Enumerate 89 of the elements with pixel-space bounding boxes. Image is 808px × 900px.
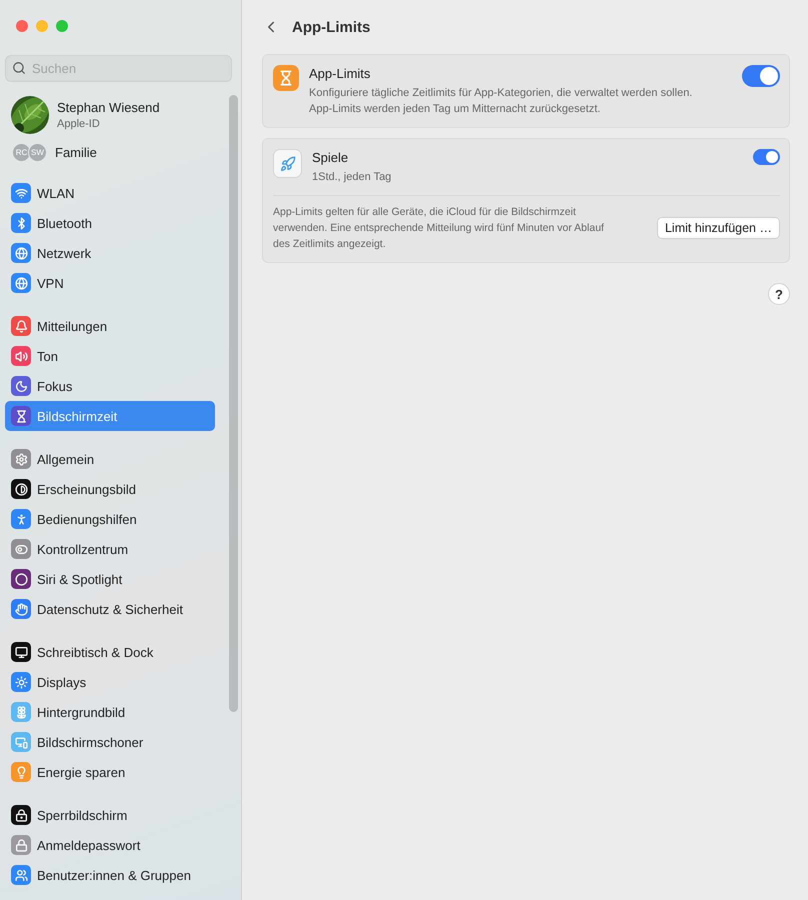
speaker-icon bbox=[11, 346, 31, 366]
add-limit-button[interactable]: Limit hinzufügen … bbox=[656, 217, 780, 239]
info-text: App-Limits gelten für alle Geräte, die iCloud für die Bildschirmzeit verwenden. Eine entsprechende Mitteilung wird fünf Minuten vor Ablauf des Zeitlimits angezeigt. bbox=[273, 205, 605, 252]
close-button[interactable] bbox=[16, 20, 28, 32]
sidebar-item[interactable]: Bluetooth bbox=[5, 208, 215, 238]
flower-icon bbox=[11, 702, 31, 722]
help-button[interactable]: ? bbox=[768, 283, 790, 305]
sidebar-item[interactable]: Siri & Spotlight bbox=[5, 564, 215, 594]
sidebar-item-label: Bildschirmzeit bbox=[37, 408, 118, 424]
sidebar-item[interactable]: Anmeldepasswort bbox=[5, 830, 215, 860]
sidebar-item[interactable]: Familie bbox=[55, 144, 97, 160]
scrollbar[interactable] bbox=[229, 95, 238, 712]
toggle-switch[interactable] bbox=[742, 65, 780, 87]
sidebar-item[interactable]: Datenschutz & Sicherheit bbox=[5, 594, 215, 624]
sun-icon bbox=[11, 672, 31, 692]
setting-description: App-Limits werden jeden Tag um Mitternacht zurückgesetzt. bbox=[309, 102, 602, 117]
sidebar-item-label: Fokus bbox=[37, 378, 72, 394]
member-avatar: RC bbox=[12, 142, 31, 162]
sidebar-item[interactable]: Bildschirmschoner bbox=[5, 727, 215, 757]
sidebar-item[interactable]: VPN bbox=[5, 268, 215, 298]
account-subtitle: Apple-ID bbox=[57, 118, 101, 130]
sidebar-item[interactable]: Allgemein bbox=[5, 444, 215, 474]
sidebar-item-label: Anmeldepasswort bbox=[37, 838, 140, 852]
account-name[interactable]: Stephan Wiesend bbox=[57, 100, 160, 115]
sidebar-item[interactable]: Bildschirmzeit bbox=[5, 401, 215, 431]
sidebar-item-label: Ton bbox=[37, 348, 58, 364]
search-icon bbox=[12, 61, 26, 75]
lock-icon bbox=[11, 835, 31, 855]
sidebar-item-label: Kontrollzentrum bbox=[37, 542, 128, 556]
setting-title: App-Limits bbox=[309, 66, 372, 81]
settings-icon bbox=[11, 449, 31, 469]
zoom-button[interactable] bbox=[56, 20, 68, 32]
sidebar-item-label: Sperrbildschirm bbox=[37, 808, 128, 822]
sidebar-item-label: Allgemein bbox=[37, 452, 94, 466]
setting-description: Konfiguriere tägliche Zeitlimits für App-Kategorien, die verwaltet werden sollen. bbox=[309, 86, 694, 101]
sidebar-item[interactable]: Ton bbox=[5, 341, 215, 371]
minimize-button[interactable] bbox=[36, 20, 48, 32]
sidebar-item-label: VPN bbox=[37, 276, 64, 290]
sidebar-item-label: Energie sparen bbox=[37, 764, 126, 780]
lock-icon bbox=[11, 805, 31, 825]
sidebar-item[interactable]: Sperrbildschirm bbox=[5, 800, 215, 830]
sidebar-item-label: Bedienungshilfen bbox=[37, 512, 137, 526]
sidebar-item-label: WLAN bbox=[37, 186, 75, 200]
sidebar-item-label: Displays bbox=[37, 674, 86, 690]
bell-icon bbox=[11, 316, 31, 336]
hand-icon bbox=[11, 599, 31, 619]
sidebar-item[interactable]: Energie sparen bbox=[5, 757, 215, 787]
sidebar-item-label: Bluetooth bbox=[37, 216, 92, 230]
sidebar-item-label: Bildschirmschoner bbox=[37, 734, 144, 750]
rocket-icon bbox=[273, 149, 302, 178]
sidebar-item[interactable]: Hintergrundbild bbox=[5, 697, 215, 727]
sidebar-item[interactable]: WLAN bbox=[5, 178, 215, 208]
accessibility-icon bbox=[11, 509, 31, 529]
sidebar-item[interactable]: Kontrollzentrum bbox=[5, 534, 215, 564]
sidebar-item[interactable]: Netzwerk bbox=[5, 238, 215, 268]
toggle-switch[interactable] bbox=[753, 149, 780, 165]
users-icon bbox=[11, 865, 31, 885]
screen-icon bbox=[11, 732, 31, 752]
globe-icon bbox=[11, 243, 31, 263]
bluetooth-icon bbox=[11, 213, 31, 233]
sidebar-item[interactable]: Bedienungshilfen bbox=[5, 504, 215, 534]
sidebar-item[interactable]: Mitteilungen bbox=[5, 311, 215, 341]
sidebar-item[interactable]: Displays bbox=[5, 667, 215, 697]
lightbulb-icon bbox=[11, 762, 31, 782]
wifi-icon bbox=[11, 183, 31, 203]
sidebar-item[interactable]: Fokus bbox=[5, 371, 215, 401]
sidebar-item[interactable]: Erscheinungsbild bbox=[5, 474, 215, 504]
sidebar-item-label: Erscheinungsbild bbox=[37, 482, 136, 496]
sidebar-item-label: Siri & Spotlight bbox=[37, 572, 122, 586]
sidebar-item-label: Datenschutz & Sicherheit bbox=[37, 602, 183, 616]
category-title: Spiele bbox=[312, 150, 350, 165]
category-limit: 1Std., jeden Tag bbox=[312, 170, 392, 185]
sidebar-item-label: Mitteilungen bbox=[37, 318, 108, 334]
sidebar-item-label: Schreibtisch & Dock bbox=[37, 644, 154, 660]
contrast-icon bbox=[11, 479, 31, 499]
sidebar-item-label: Netzwerk bbox=[37, 246, 92, 260]
sidebar-item-label: Hintergrundbild bbox=[37, 704, 126, 720]
hourglass-icon bbox=[273, 65, 299, 91]
moon-icon bbox=[11, 376, 31, 396]
dock-icon bbox=[11, 642, 31, 662]
hourglass-icon bbox=[11, 406, 31, 426]
member-avatar: SW bbox=[28, 142, 47, 162]
sidebar-item[interactable]: Benutzer:innen & Gruppen bbox=[5, 860, 215, 890]
page-title: App-Limits bbox=[292, 18, 370, 36]
sidebar-item-label: Benutzer:innen & Gruppen bbox=[37, 868, 191, 882]
toggle-icon bbox=[11, 539, 31, 559]
globe-icon bbox=[11, 273, 31, 293]
orb-icon bbox=[11, 569, 31, 589]
sidebar-item[interactable]: Schreibtisch & Dock bbox=[5, 637, 215, 667]
